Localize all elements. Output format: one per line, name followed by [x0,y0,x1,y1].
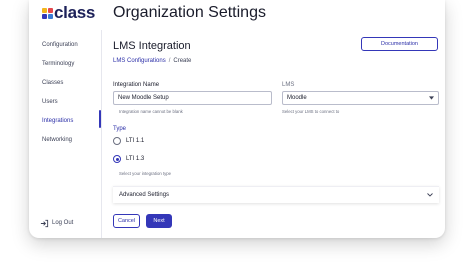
next-button[interactable]: Next [146,214,172,228]
breadcrumb-current: Create [173,58,192,64]
integration-name-label: Integration Name [113,82,160,88]
sidebar: Configuration Terminology Classes Users … [29,30,102,238]
lms-select[interactable]: Moodle [282,91,439,105]
cancel-button[interactable]: Cancel [113,214,140,228]
breadcrumb-separator: / [168,58,171,64]
section-title: LMS Integration [113,40,191,52]
integration-name-help: Integration name cannot be blank [119,109,183,114]
radio-circle-checked [113,155,121,163]
sidebar-item-networking[interactable]: Networking [42,137,72,143]
logout-icon [40,219,49,228]
radio-lti-1-1-label: LTI 1.1 [126,138,145,144]
sidebar-item-users[interactable]: Users [42,99,58,105]
sidebar-item-classes[interactable]: Classes [42,80,63,86]
lms-label: LMS [282,82,295,88]
logout-label: Log Out [52,220,74,226]
lms-help: Select your LMS to connect to [282,109,340,114]
radio-lti-1-3[interactable]: LTI 1.3 [113,155,173,165]
page-title: Organization Settings [113,4,266,21]
radio-circle-unchecked [113,137,121,145]
app-window: class Organization Settings Configuratio… [29,0,445,238]
logo-square-purple [42,14,47,19]
breadcrumb: LMS Configurations / Create [113,58,191,64]
advanced-settings-label: Advanced Settings [119,192,170,198]
type-help: Select your integration type [119,171,172,176]
lms-select-value: Moodle [287,95,307,101]
sidebar-item-configuration[interactable]: Configuration [42,42,78,48]
logo-square-blue [48,14,53,19]
radio-lti-1-3-label: LTI 1.3 [126,156,145,162]
documentation-button[interactable]: Documentation [361,37,438,51]
logout-button[interactable]: Log Out [40,218,90,228]
top-bar: class Organization Settings [29,0,445,30]
sidebar-item-integrations[interactable]: Integrations [42,118,73,124]
type-label: Type [113,126,127,132]
class-logo[interactable]: class [41,3,97,23]
chevron-down-icon [427,193,433,197]
advanced-settings-toggle[interactable]: Advanced Settings [113,186,439,203]
integration-name-input[interactable]: New Moodle Setup [113,91,272,105]
active-nav-indicator [99,110,101,128]
breadcrumb-lms-configurations[interactable]: LMS Configurations [113,58,166,64]
logo-square-red [48,8,53,13]
caret-down-icon [429,96,434,100]
main-content: LMS Integration Documentation LMS Config… [103,30,445,238]
radio-lti-1-1[interactable]: LTI 1.1 [113,137,173,147]
logo-text: class [54,3,96,22]
logo-square-yellow [42,8,47,13]
sidebar-item-terminology[interactable]: Terminology [42,61,74,67]
